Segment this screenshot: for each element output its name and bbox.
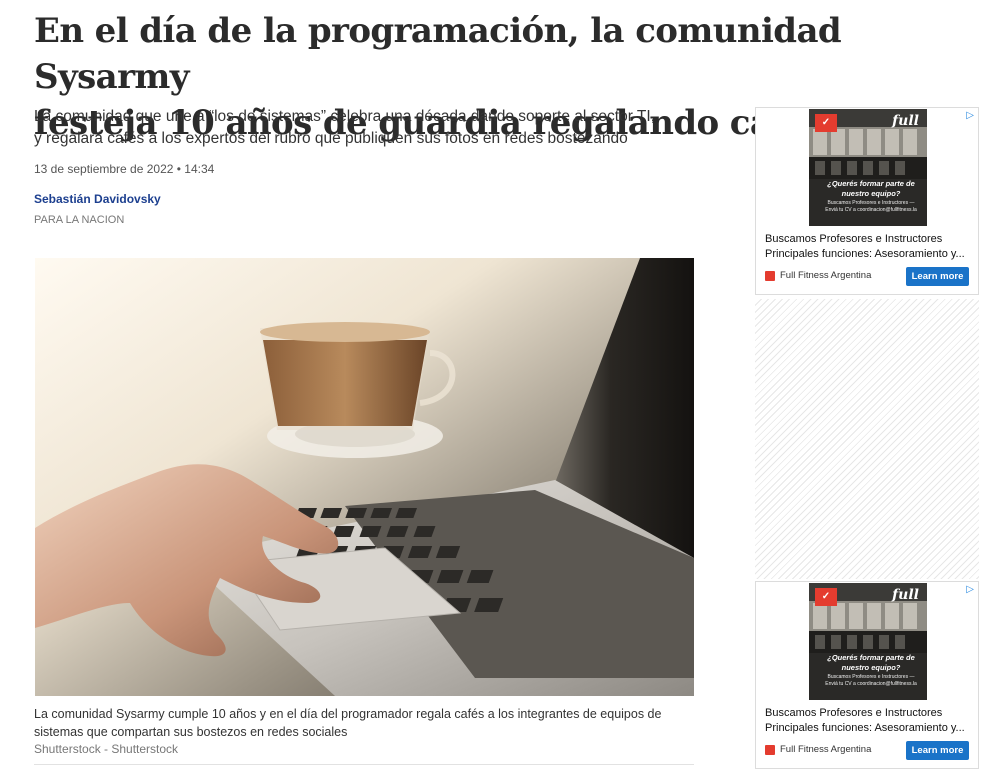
ad-image-subtext: Buscamos Profesores e Instructores — Env… <box>825 674 917 687</box>
laptop-and-coffee-photo <box>35 258 694 696</box>
caption-divider <box>34 764 694 765</box>
ad-brand-name: Full Fitness Argentina <box>780 744 872 755</box>
brand-favicon-icon <box>765 271 775 281</box>
article-subheadline: La comunidad que une a “los de sistemas”… <box>34 108 655 147</box>
sidebar-ad-2[interactable]: ▷ ✓ full ¿Querés formar parte de nuestro… <box>755 581 979 769</box>
brand-logo-icon: ✓ <box>815 114 837 132</box>
article-section: PARA LA NACION <box>34 214 125 226</box>
photo-caption: La comunidad Sysarmy cumple 10 años y en… <box>34 707 662 739</box>
article-hero-photo <box>35 258 694 696</box>
ad-image-headline: ¿Querés formar parte de nuestro equipo? <box>827 653 915 672</box>
ad-logo-text: full <box>892 113 919 129</box>
sidebar-ad-1[interactable]: ▷ ✓ full ¿Querés formar parte de nuestro… <box>755 107 979 295</box>
brand-logo-icon: ✓ <box>815 588 837 606</box>
learn-more-button[interactable]: Learn more <box>906 741 969 760</box>
ad-logo-text: full <box>892 587 919 603</box>
ad-title[interactable]: Buscamos Profesores e Instructores Princ… <box>765 706 975 736</box>
ad-brand-name: Full Fitness Argentina <box>780 270 872 281</box>
ad-image[interactable]: ✓ full ¿Querés formar parte de nuestro e… <box>809 583 927 700</box>
ad-image-headline: ¿Querés formar parte de nuestro equipo? <box>827 179 915 198</box>
adchoices-icon[interactable]: ▷ <box>966 584 974 595</box>
ad-title[interactable]: Buscamos Profesores e Instructores Princ… <box>765 232 975 262</box>
ad-image-subtext: Buscamos Profesores e Instructores — Env… <box>825 200 917 213</box>
photo-credit: Shutterstock - Shutterstock <box>34 742 179 756</box>
author-link[interactable]: Sebastián Davidovsky <box>34 192 161 206</box>
ad-placeholder-stripes <box>755 299 979 579</box>
ad-image[interactable]: ✓ full ¿Querés formar parte de nuestro e… <box>809 109 927 226</box>
adchoices-icon[interactable]: ▷ <box>966 110 974 121</box>
learn-more-button[interactable]: Learn more <box>906 267 969 286</box>
brand-favicon-icon <box>765 745 775 755</box>
article-date: 13 de septiembre de 2022 • 14:34 <box>34 162 215 176</box>
headline-line-1: En el día de la programación, la comunid… <box>34 11 842 97</box>
